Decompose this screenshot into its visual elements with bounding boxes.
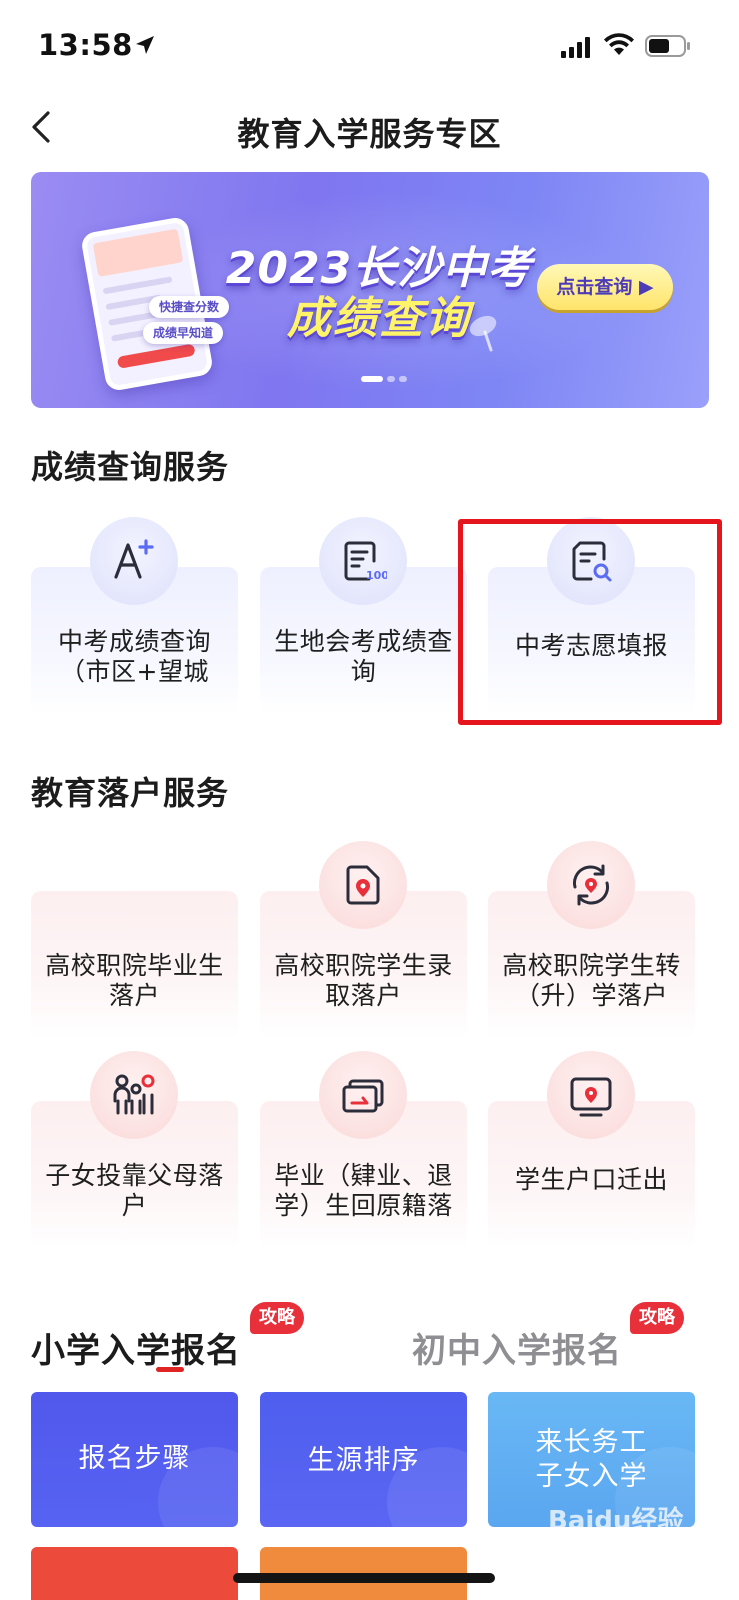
- nav-bar: 教育入学服务专区: [0, 95, 739, 165]
- service-card-admission-settle[interactable]: 高校职院学生录取落户: [260, 841, 467, 1039]
- service-card-zhongkao-score[interactable]: 中考成绩查询（市区+望城: [31, 517, 238, 715]
- transfer-location-icon: [573, 864, 609, 906]
- phone-button-illustration: [116, 343, 196, 369]
- location-arrow-icon: [136, 36, 154, 54]
- icon-circle: [547, 1051, 635, 1139]
- banner-carousel[interactable]: 快捷查分数 成绩早知道 2023长沙中考 成绩查询 点击查询 ▶: [31, 172, 709, 408]
- tile-registration-steps[interactable]: 报名步骤: [31, 1392, 238, 1527]
- grade-a-plus-icon: [114, 539, 154, 579]
- pushpin-decoration-icon: [469, 315, 497, 352]
- card-label: 中考志愿填报: [514, 631, 668, 660]
- carousel-dot[interactable]: [399, 376, 407, 382]
- status-time: 13:58: [38, 28, 133, 62]
- card-label: 中考成绩查询（市区+望城: [57, 627, 211, 686]
- moveout-location-icon: [570, 1077, 612, 1117]
- wifi-icon: [604, 33, 634, 55]
- carousel-dot[interactable]: [387, 376, 395, 382]
- icon-circle: [90, 1051, 178, 1139]
- card-label: 高校职院学生录取落户: [274, 951, 453, 1010]
- tile-label: 报名步骤: [78, 1443, 191, 1474]
- card-label: 学生户口迁出: [514, 1165, 668, 1194]
- tab-junior-enrollment[interactable]: 初中入学报名: [412, 1323, 622, 1372]
- card-label: 毕业（肄业、退学）生回原籍落: [274, 1161, 453, 1220]
- service-card-family-settle[interactable]: 子女投靠父母落户: [31, 1051, 238, 1249]
- return-cards-icon: [342, 1079, 384, 1113]
- phone-line: [102, 276, 173, 295]
- baidu-watermark-url: jingyan.baidu.com: [590, 1540, 710, 1555]
- carousel-dots: [361, 376, 407, 384]
- service-card-huikao-score[interactable]: 100 生地会考成绩查询: [260, 517, 467, 715]
- tile-label: 子女入学: [535, 1461, 648, 1492]
- cellular-signal-icon: [561, 37, 590, 58]
- battery-icon: [645, 35, 690, 57]
- icon-circle: [319, 1051, 407, 1139]
- partial-tile[interactable]: [31, 1547, 238, 1600]
- icon-circle: 100: [319, 517, 407, 605]
- home-indicator[interactable]: [233, 1573, 495, 1583]
- score-document-icon: 100: [344, 541, 387, 582]
- document-location-icon: [346, 865, 380, 905]
- card-label: 高校职院学生转（升）学落户: [502, 951, 681, 1010]
- section-title-score: 成绩查询服务: [31, 448, 230, 486]
- service-card-return-settle[interactable]: 毕业（肄业、退学）生回原籍落: [260, 1051, 467, 1249]
- section-title-settle: 教育落户服务: [31, 774, 230, 812]
- icon-circle: [90, 517, 178, 605]
- document-search-icon: [572, 541, 612, 582]
- baidu-watermark: Baidu经验: [548, 1506, 684, 1536]
- service-card-zhongkao-application[interactable]: 中考志愿填报: [488, 517, 695, 715]
- banner-query-button[interactable]: 点击查询 ▶: [537, 264, 673, 310]
- svg-text:100: 100: [366, 569, 387, 582]
- service-card-moveout[interactable]: 学生户口迁出: [488, 1051, 695, 1249]
- guide-badge[interactable]: 攻略: [250, 1302, 304, 1334]
- card-label: 高校职院毕业生落户: [45, 951, 224, 1010]
- family-icon: [113, 1074, 155, 1115]
- tile-label: 来长务工: [535, 1427, 648, 1458]
- active-tab-indicator: [156, 1367, 184, 1372]
- tile-label: 生源排序: [307, 1445, 420, 1476]
- page-title: 教育入学服务专区: [237, 115, 502, 153]
- service-card-graduate-settle[interactable]: 高校职院毕业生落户: [31, 891, 238, 1039]
- tab-primary-enrollment[interactable]: 小学入学报名: [31, 1323, 241, 1372]
- tile-student-ranking[interactable]: 生源排序: [260, 1392, 467, 1527]
- icon-circle: [547, 517, 635, 605]
- service-card-transfer-settle[interactable]: 高校职院学生转（升）学落户: [488, 841, 695, 1039]
- guide-badge[interactable]: 攻略: [630, 1302, 684, 1334]
- icon-circle: [547, 841, 635, 929]
- carousel-dot[interactable]: [361, 376, 383, 382]
- icon-circle: [319, 841, 407, 929]
- card-label: 生地会考成绩查询: [274, 627, 453, 686]
- phone-header-illustration: [92, 228, 184, 277]
- card-label: 子女投靠父母落户: [45, 1161, 224, 1220]
- status-bar: 13:58: [0, 0, 739, 90]
- banner-subline: 成绩查询: [287, 293, 471, 344]
